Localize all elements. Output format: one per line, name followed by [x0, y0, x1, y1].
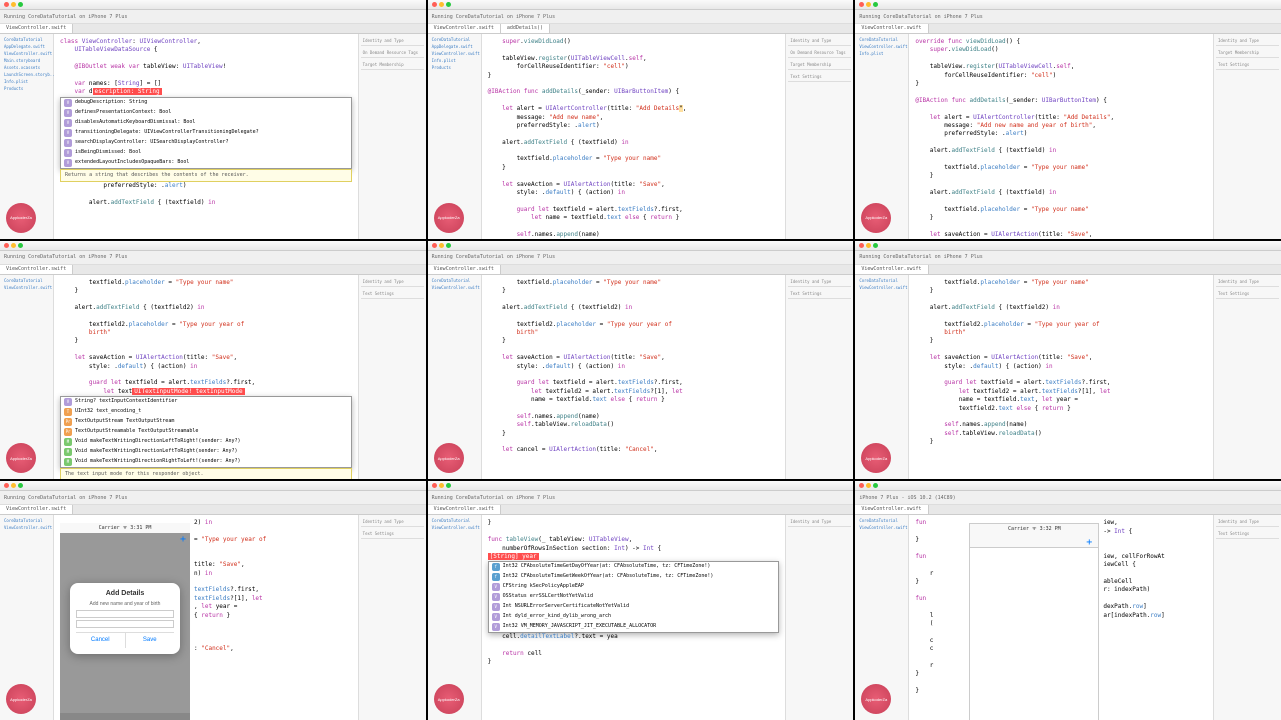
cancel-button[interactable]: Cancel	[76, 633, 126, 647]
xcode-frame-5: Running CoreDataTutorial on iPhone 7 Plu…	[428, 241, 854, 480]
watermark-logo: AppkoderZa	[6, 203, 36, 233]
tab[interactable]: ViewController.swift	[0, 24, 73, 33]
sim-navbar: +	[970, 534, 1098, 548]
alert-title: Add Details	[76, 589, 174, 599]
code-editor[interactable]: textfield.placeholder = "Type your name"…	[482, 275, 786, 480]
code-editor[interactable]: fun } fun r } fun l ( c c r } } Carrier …	[909, 515, 1213, 720]
autocomplete-popup[interactable]: VString? textInputContextIdentifier TUIn…	[60, 396, 352, 468]
xcode-frame-4: Running CoreDataTutorial on iPhone 7 Plu…	[0, 241, 426, 480]
run-status: Running CoreDataTutorial on iPhone 7 Plu…	[4, 14, 127, 20]
inspector: Identity and Type Text Settings	[358, 275, 426, 480]
watermark-logo: AppkoderZa	[434, 684, 464, 714]
sidebar-item[interactable]: Main.storyboard	[2, 57, 51, 64]
add-icon[interactable]: +	[180, 533, 186, 547]
save-button[interactable]: Save	[126, 633, 175, 647]
alert-message: Add new name and year of birth	[76, 601, 174, 608]
zoom-icon[interactable]	[18, 2, 23, 7]
xcode-frame-2: Running CoreDataTutorial on iPhone 7 Plu…	[428, 0, 854, 239]
inspector: Identity and Type Target Membership Text…	[1213, 34, 1281, 239]
sidebar-item[interactable]: AppDelegate.swift	[2, 43, 51, 50]
sidebar-item[interactable]: CoreDataTutorial	[2, 36, 51, 43]
minimize-icon[interactable]	[11, 2, 16, 7]
inspector: Identity and Type On Demand Resource Tag…	[358, 34, 426, 239]
xcode-frame-7: Running CoreDataTutorial on iPhone 7 Plu…	[0, 481, 426, 720]
sidebar-item[interactable]: Info.plist	[2, 78, 51, 85]
watermark-logo: AppkoderZa	[434, 203, 464, 233]
watermark-logo: AppkoderZa	[6, 684, 36, 714]
inspector: Identity and Type Text Settings	[785, 275, 853, 480]
autocomplete-tip: The text input mode for this responder o…	[60, 468, 352, 479]
titlebar	[0, 0, 426, 10]
tabbar: ViewController.swift	[0, 24, 426, 34]
sidebar-item[interactable]: LaunchScreen.storyb...	[2, 71, 51, 78]
code-editor[interactable]: override func viewDidLoad() { super.view…	[909, 34, 1213, 239]
xcode-frame-9: iPhone 7 Plus - iOS 10.2 (14C89) ViewCon…	[855, 481, 1281, 720]
name-input[interactable]	[76, 610, 174, 618]
sidebar-item[interactable]: ViewController.swift	[2, 50, 51, 57]
code-editor[interactable]: super.viewDidLoad() tableView.register(U…	[482, 34, 786, 239]
code-editor[interactable]: Carrier ᯤ 3:31 PM + Add Details Add new …	[54, 515, 358, 720]
autocomplete-popup[interactable]: VdebugDescription: String VdefinesPresen…	[60, 97, 352, 169]
sim-status-bar: Carrier ᯤ 3:31 PM	[60, 523, 190, 533]
autocomplete-popup[interactable]: fInt32 CFAbsoluteTimeGetDayOfYear(at: CF…	[488, 561, 780, 633]
autocomplete-highlight: escription: String	[93, 88, 162, 95]
ios-simulator[interactable]: Carrier ᯤ 3:31 PM + Add Details Add new …	[60, 523, 190, 720]
code-editor[interactable]: textfield.placeholder = "Type your name"…	[54, 275, 358, 480]
xcode-frame-6: Running CoreDataTutorial on iPhone 7 Plu…	[855, 241, 1281, 480]
close-icon[interactable]	[4, 2, 9, 7]
sidebar-item[interactable]: Assets.xcassets	[2, 64, 51, 71]
inspector: Identity and Type Text Settings	[1213, 275, 1281, 480]
autocomplete-tip: Returns a string that describes the cont…	[60, 169, 352, 182]
code-editor[interactable]: textfield.placeholder = "Type your name"…	[909, 275, 1213, 480]
year-input[interactable]	[76, 620, 174, 628]
inspector: Identity and Type Text Settings	[358, 515, 426, 720]
inspector: Identity and Type Text Settings	[1213, 515, 1281, 720]
xcode-frame-3: Running CoreDataTutorial on iPhone 7 Plu…	[855, 0, 1281, 239]
xcode-frame-8: Running CoreDataTutorial on iPhone 7 Plu…	[428, 481, 854, 720]
xcode-frame-1: Running CoreDataTutorial on iPhone 7 Plu…	[0, 0, 426, 239]
code-editor[interactable]: class ViewController: UIViewController, …	[54, 34, 358, 239]
inspector: Identity and Type On Demand Resource Tag…	[785, 34, 853, 239]
add-icon[interactable]: +	[1086, 536, 1092, 550]
code-editor[interactable]: } func tableView(_ tableView: UITableVie…	[482, 515, 786, 720]
sim-status-bar: Carrier ᯤ 3:32 PM	[970, 524, 1098, 534]
ios-simulator[interactable]: Carrier ᯤ 3:32 PM +	[969, 523, 1099, 720]
alert-dialog: Add Details Add new name and year of bir…	[70, 583, 180, 653]
watermark-logo: AppkoderZa	[434, 443, 464, 473]
watermark-logo: AppkoderZa	[861, 203, 891, 233]
sidebar-item[interactable]: Products	[2, 85, 51, 92]
inspector: Identity and Type	[785, 515, 853, 720]
toolbar: Running CoreDataTutorial on iPhone 7 Plu…	[0, 10, 426, 24]
